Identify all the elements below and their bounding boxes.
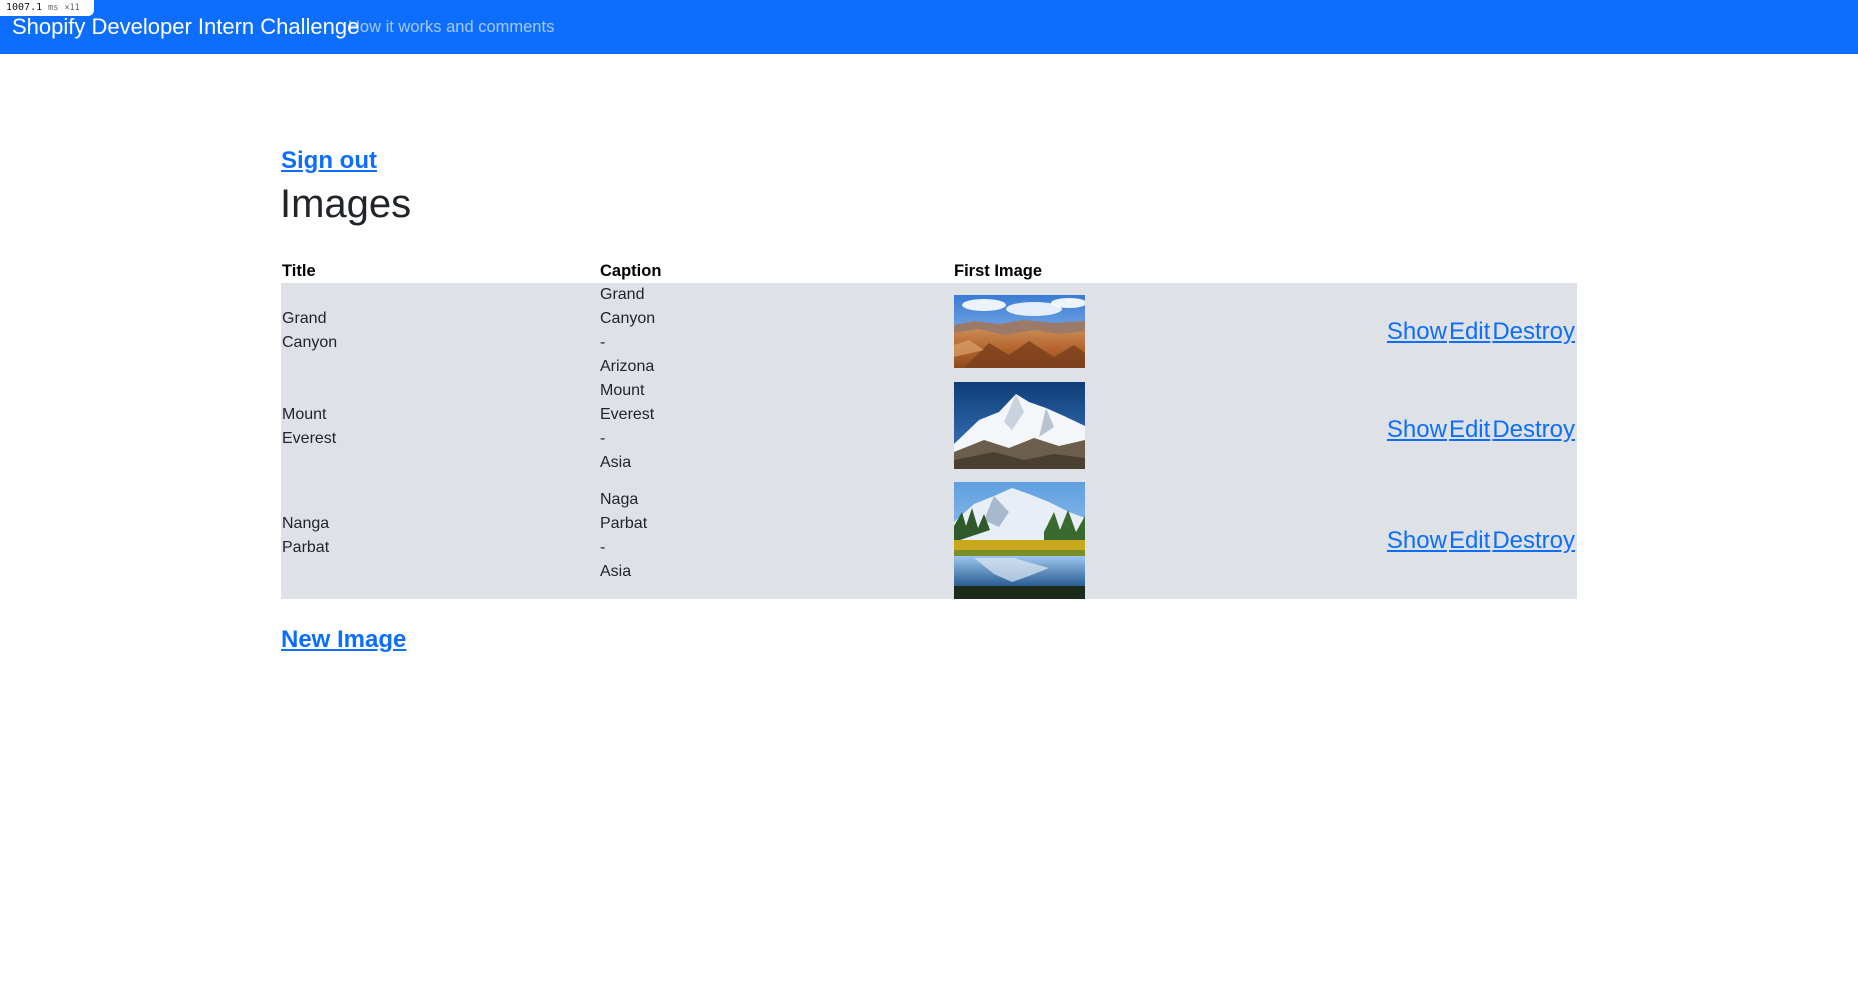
- nanga-parbat-photo: [954, 482, 1085, 599]
- row-caption-line: Arizona: [600, 358, 655, 375]
- table-row: Mount Everest Mount Everest - Asia ShowE…: [281, 379, 1577, 482]
- row-title-line: Mount: [282, 406, 327, 423]
- row-title: Nanga Parbat: [282, 512, 329, 560]
- show-link[interactable]: Show: [1387, 527, 1447, 554]
- row-caption: Mount Everest - Asia: [600, 379, 654, 475]
- row-title-line: Nanga: [282, 515, 330, 532]
- column-header-title: Title: [282, 262, 316, 280]
- row-actions: ShowEditDestroy: [1385, 415, 1575, 445]
- row-caption-line: Grand: [600, 286, 645, 303]
- table-row: Nanga Parbat Naga Parbat - Asia ShowEdit…: [281, 482, 1577, 599]
- row-caption: Grand Canyon - Arizona: [600, 283, 655, 379]
- destroy-link[interactable]: Destroy: [1492, 318, 1575, 345]
- navbar-brand[interactable]: Shopify Developer Intern Challenge: [12, 13, 359, 41]
- edit-link[interactable]: Edit: [1449, 318, 1490, 345]
- row-caption-line: Everest: [600, 406, 655, 423]
- performance-badge: 1007.1 ms ×11: [0, 0, 94, 16]
- column-header-first-image: First Image: [954, 262, 1043, 280]
- row-title-line: Everest: [282, 430, 337, 447]
- nav-link-how-it-works[interactable]: How it works and comments: [348, 16, 554, 38]
- show-link[interactable]: Show: [1387, 318, 1447, 345]
- destroy-link[interactable]: Destroy: [1492, 527, 1575, 554]
- top-navbar: Shopify Developer Intern Challenge How i…: [0, 0, 1858, 54]
- row-caption-line: Mount: [600, 382, 645, 399]
- row-caption-line: Asia: [600, 563, 632, 580]
- grand-canyon-photo: [954, 295, 1085, 368]
- perf-count: ×11: [64, 3, 80, 13]
- row-actions: ShowEditDestroy: [1385, 317, 1575, 347]
- page-title: Images: [280, 182, 412, 226]
- row-caption-line: Parbat: [600, 515, 648, 532]
- row-title: Mount Everest: [282, 403, 336, 451]
- row-title-line: Canyon: [282, 334, 338, 351]
- row-caption-line: Asia: [600, 454, 632, 471]
- table-row: Grand Canyon Grand Canyon - Arizona Show…: [281, 283, 1577, 379]
- row-caption-line: -: [600, 430, 606, 447]
- row-title: Grand Canyon: [282, 307, 337, 355]
- row-caption: Naga Parbat - Asia: [600, 488, 647, 584]
- row-title-line: Parbat: [282, 539, 330, 556]
- row-caption-line: -: [600, 334, 606, 351]
- images-table: Grand Canyon Grand Canyon - Arizona Show…: [281, 283, 1577, 599]
- new-image-link[interactable]: New Image: [281, 625, 406, 655]
- show-link[interactable]: Show: [1387, 416, 1447, 443]
- row-title-line: Grand: [282, 310, 327, 327]
- sign-out-link[interactable]: Sign out: [281, 146, 377, 176]
- row-caption-line: Naga: [600, 491, 639, 508]
- edit-link[interactable]: Edit: [1449, 527, 1490, 554]
- edit-link[interactable]: Edit: [1449, 416, 1490, 443]
- row-actions: ShowEditDestroy: [1385, 526, 1575, 556]
- perf-value: 1007.1: [6, 2, 43, 13]
- perf-unit: ms: [48, 3, 59, 13]
- destroy-link[interactable]: Destroy: [1492, 416, 1575, 443]
- column-header-caption: Caption: [600, 262, 662, 280]
- row-caption-line: Canyon: [600, 310, 656, 327]
- mount-everest-photo: [954, 382, 1085, 469]
- row-caption-line: -: [600, 539, 606, 556]
